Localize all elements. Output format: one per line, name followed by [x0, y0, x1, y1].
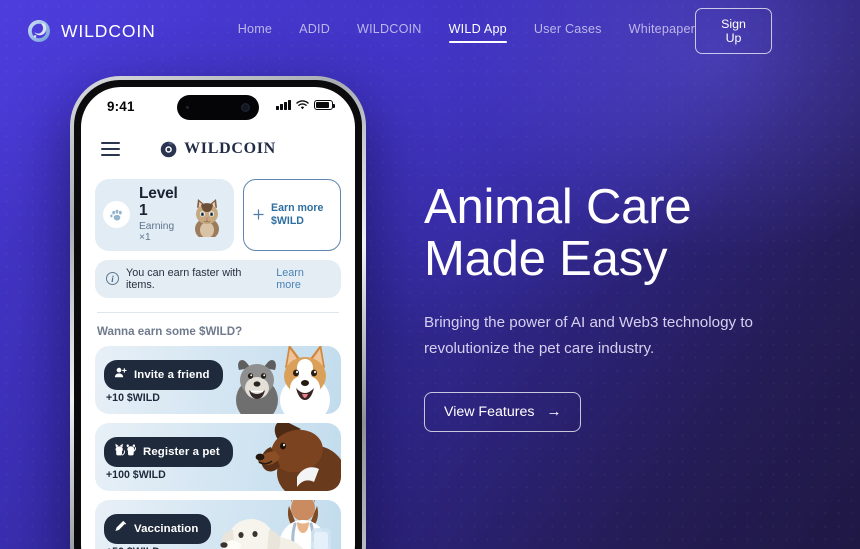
syringe-icon: [114, 520, 127, 538]
reward-label-invite: Invite a friend: [134, 368, 210, 381]
reward-card-invite-a-friend[interactable]: Invite a friend +10 $WILD: [95, 345, 341, 414]
hamburger-menu-icon[interactable]: [101, 141, 120, 157]
level-title: Level 1: [139, 185, 178, 219]
brand-name-text: WILDCOIN: [61, 20, 156, 41]
phone-bezel: 9:41 WILDCOIN Level 1 Earning ×1 Earn mo…: [74, 80, 362, 549]
info-circle-icon: i: [106, 272, 119, 285]
info-message: You can earn faster with items.: [126, 266, 242, 291]
reward-label-register: Register a pet: [143, 445, 220, 458]
level-card[interactable]: Level 1 Earning ×1: [95, 179, 234, 251]
nav-link-wildcoin[interactable]: WILDCOIN: [357, 22, 422, 40]
reward-pill-vaccination: Vaccination: [104, 513, 212, 544]
wildcoin-mark-icon: [160, 141, 177, 158]
reward-amount-vaccination: +50 $WILD: [106, 546, 160, 549]
page-title: Animal Care Made Easy: [424, 180, 692, 286]
content-divider: [97, 311, 339, 313]
view-features-label: View Features: [444, 403, 535, 420]
app-content: Level 1 Earning ×1 Earn more $WILD i You…: [81, 165, 355, 549]
user-plus-icon: [114, 366, 127, 384]
view-features-button[interactable]: View Features →: [424, 391, 582, 432]
phone-screen: 9:41 WILDCOIN Level 1 Earning ×1 Earn mo…: [81, 87, 355, 549]
level-row: Level 1 Earning ×1 Earn more $WILD: [95, 179, 341, 251]
nav-links: Home ADID WILDCOIN WILD App User Cases W…: [238, 22, 695, 43]
cellular-bars-icon: [276, 100, 291, 110]
reward-amount-register: +100 $WILD: [106, 468, 166, 481]
battery-icon: [314, 100, 335, 110]
reward-card-vaccination[interactable]: Vaccination +50 $WILD: [95, 499, 341, 549]
app-header: WILDCOIN: [81, 131, 355, 165]
front-camera-icon: [241, 103, 250, 112]
nav-link-adid[interactable]: ADID: [299, 22, 330, 40]
learn-more-link[interactable]: Learn more: [276, 267, 330, 291]
reward-card-register-a-pet[interactable]: Register a pet +100 $WILD: [95, 422, 341, 491]
nav-link-home[interactable]: Home: [238, 22, 272, 40]
reward-amount-invite: +10 $WILD: [106, 391, 160, 404]
reward-pill-invite: Invite a friend: [104, 359, 223, 390]
brand-logo-group[interactable]: WILDCOIN: [26, 18, 156, 44]
level-subtitle: Earning ×1: [139, 221, 175, 244]
plus-icon: [252, 208, 265, 221]
section-title: Wanna earn some $WILD?: [97, 324, 243, 338]
nav-link-whitepaper[interactable]: Whitepaper: [629, 22, 695, 40]
cat-dog-icon: [114, 443, 136, 461]
level-text: Level 1 Earning ×1: [139, 185, 178, 244]
status-bar: 9:41: [81, 87, 355, 131]
kitten-photo: [186, 192, 227, 237]
earn-more-line2: $WILD: [271, 214, 304, 227]
reward-pill-register: Register a pet: [104, 436, 233, 467]
info-banner: i You can earn faster with items. Learn …: [95, 259, 341, 298]
wifi-icon: [296, 100, 309, 110]
vet-with-dog-photo: [201, 499, 341, 549]
reward-label-vaccination: Vaccination: [134, 522, 199, 535]
proximity-sensor-dot: [186, 106, 189, 109]
hero-section: Animal Care Made Easy Bringing the power…: [424, 180, 824, 432]
status-time: 9:41: [107, 99, 135, 114]
phone-mockup: 9:41 WILDCOIN Level 1 Earning ×1 Earn mo…: [70, 76, 366, 549]
app-brand-title: WILDCOIN: [184, 140, 276, 157]
arrow-right-icon: →: [546, 403, 562, 421]
app-brand: WILDCOIN: [160, 140, 276, 158]
paw-print-icon: [103, 201, 130, 229]
top-navigation-bar: WILDCOIN Home ADID WILDCOIN WILD App Use…: [0, 0, 860, 62]
earn-more-label: Earn more $WILD: [271, 202, 323, 228]
wildcoin-swirl-logo-icon: [26, 18, 52, 44]
status-indicators: [276, 100, 335, 110]
sign-up-button[interactable]: Sign Up: [695, 8, 772, 54]
nav-link-wild-app[interactable]: WILD App: [448, 22, 508, 43]
nav-link-user-cases[interactable]: User Cases: [534, 22, 602, 40]
hero-subtitle: Bringing the power of AI and Web3 techno…: [424, 313, 753, 358]
earn-more-line1: Earn more: [271, 201, 324, 214]
dynamic-island: [177, 95, 259, 120]
earn-more-wild-button[interactable]: Earn more $WILD: [243, 179, 341, 251]
